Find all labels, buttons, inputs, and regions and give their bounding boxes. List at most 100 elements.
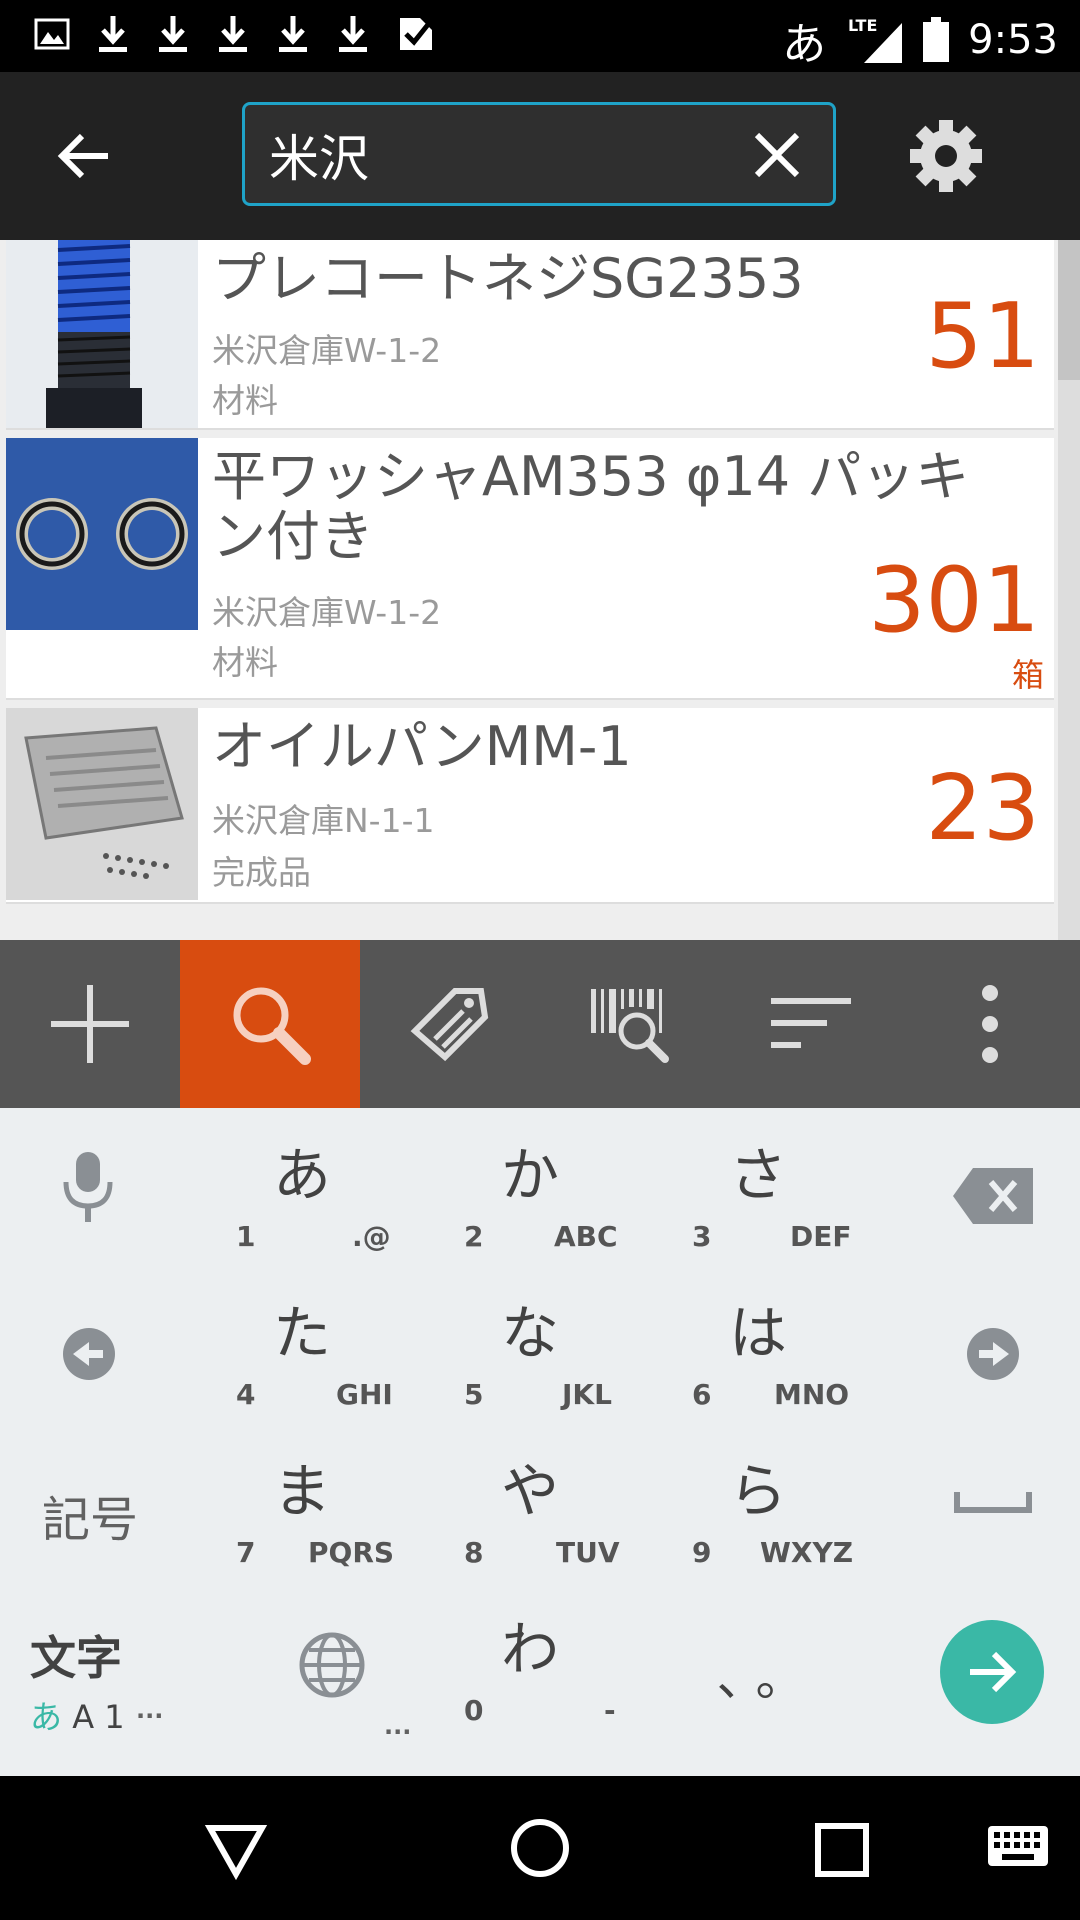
scrollbar[interactable] [1058,240,1080,940]
space-icon [954,1492,1032,1513]
bottom-toolbar [0,940,1080,1108]
download-icon [99,16,127,52]
backspace-icon [953,1168,1033,1224]
barcode-search-icon [591,989,669,1063]
kana-key-letters: PQRS [308,1536,395,1569]
globe-icon [299,1632,365,1698]
keyboard-icon [988,1826,1048,1866]
space-key[interactable] [948,1486,1038,1546]
kana-key-label: は [728,1299,787,1367]
symbols-key[interactable]: 記号 [30,1480,150,1560]
status-bar: あ LTE 9:53 [0,0,1080,72]
nav-home-button[interactable] [508,1816,572,1880]
scrollbar-thumb[interactable] [1058,240,1080,380]
list-item[interactable]: 平ワッシャAM353 φ14 パッキ ン付き 米沢倉庫W-1-2 材料 301 … [6,438,1054,700]
kana-key-ma[interactable]: ま 7 PQRS [212,1444,412,1584]
arrow-right-circle-icon [967,1328,1019,1380]
item-thumbnail-bolt [6,240,198,428]
kana-key-letters: MNO [774,1378,850,1411]
punctuation-key[interactable]: 、。 [688,1638,848,1718]
nav-keyboard-button[interactable] [986,1822,1050,1872]
sort-button[interactable] [720,940,900,1108]
input-mode-kana: あ [30,1698,63,1736]
item-category: 材料 [212,381,278,420]
ime-indicator: あ [782,19,827,70]
kana-key-ra[interactable]: ら 9 WXYZ [668,1444,868,1584]
kana-key-letters: - [604,1694,616,1727]
item-location: 米沢倉庫W-1-2 [212,331,442,370]
kana-key-ha[interactable]: は 6 MNO [668,1286,868,1426]
kana-key-number: 0 [464,1694,484,1727]
voice-input-key[interactable] [40,1148,136,1258]
arrow-back-icon [57,133,108,179]
kana-key-wa[interactable]: わ 0 - [440,1602,640,1742]
add-icon [51,985,129,1063]
item-unit: 箱 [1011,656,1044,694]
globe-key-ellipsis: ... [384,1712,412,1740]
square-recents-icon [815,1823,869,1877]
edit-tag-icon [410,988,489,1062]
app-bar [0,72,1080,240]
download-icon [339,16,367,52]
clear-search-button[interactable] [751,129,803,181]
kana-key-label: か [500,1141,559,1209]
more-options-button[interactable] [900,940,1080,1108]
kana-key-a[interactable]: あ 1 .@ [212,1128,412,1268]
add-button[interactable] [0,940,180,1108]
item-category: 完成品 [212,853,311,892]
kana-key-ya[interactable]: や 8 TUV [440,1444,640,1584]
soft-keyboard: 記号 文字 あ A 1 ... あ 1 .@ か 2 ABC さ 3 DEF た… [0,1108,1080,1776]
kana-key-label: な [500,1299,559,1367]
list-item[interactable]: プレコートネジSG2353 米沢倉庫W-1-2 材料 51 [6,240,1054,430]
kana-key-letters: JKL [562,1378,612,1411]
kana-key-number: 6 [692,1378,712,1411]
lte-signal-icon: LTE [848,16,903,63]
input-mode-label: 文字 [30,1631,122,1685]
task-check-icon [400,18,432,50]
kana-key-na[interactable]: な 5 JKL [440,1286,640,1426]
kana-key-ta[interactable]: た 4 GHI [212,1286,412,1426]
kana-key-ka[interactable]: か 2 ABC [440,1128,640,1268]
cursor-left-key[interactable] [54,1326,124,1396]
symbols-key-label: 記号 [41,1492,138,1548]
nav-back-button[interactable] [204,1818,268,1882]
list-item[interactable]: オイルパンMM-1 米沢倉庫N-1-1 完成品 23 [6,708,1054,904]
search-tab-button[interactable] [180,940,360,1108]
kana-key-label: さ [728,1141,787,1209]
kana-key-number: 4 [236,1378,256,1411]
input-mode-ellipsis: ... [136,1696,164,1724]
barcode-search-button[interactable] [540,940,720,1108]
triangle-back-icon [204,1825,268,1881]
item-quantity: 301 [868,548,1040,653]
arrow-forward-icon [940,1620,1044,1724]
battery-icon [923,17,950,62]
kana-key-sa[interactable]: さ 3 DEF [668,1128,868,1268]
kana-key-number: 5 [464,1378,484,1411]
kana-key-label: ま [272,1457,331,1525]
kana-key-letters: TUV [556,1536,620,1569]
arrow-left-circle-icon [63,1328,115,1380]
enter-key[interactable] [938,1618,1046,1726]
kana-key-letters: GHI [336,1378,393,1411]
sort-icon [771,998,851,1048]
edit-tag-button[interactable] [360,940,540,1108]
notification-icons [34,14,436,54]
cursor-right-key[interactable] [958,1326,1028,1396]
download-icon [279,16,307,52]
download-icon [159,16,187,52]
item-thumbnail-washer [6,438,198,630]
nav-recents-button[interactable] [810,1818,874,1882]
input-mode-key[interactable]: 文字 あ A 1 ... [30,1622,170,1742]
search-input[interactable] [267,119,731,191]
search-icon [233,987,311,1065]
backspace-key[interactable] [948,1168,1038,1248]
circle-home-icon [511,1819,569,1877]
settings-button[interactable] [906,116,986,196]
kana-key-letters: ABC [554,1220,618,1253]
kana-key-label: わ [500,1615,559,1683]
image-notification-icon [34,18,70,50]
kana-key-label: た [272,1299,331,1367]
search-box[interactable] [242,102,836,206]
globe-key[interactable]: ... [262,1618,411,1748]
back-button[interactable] [52,124,116,188]
